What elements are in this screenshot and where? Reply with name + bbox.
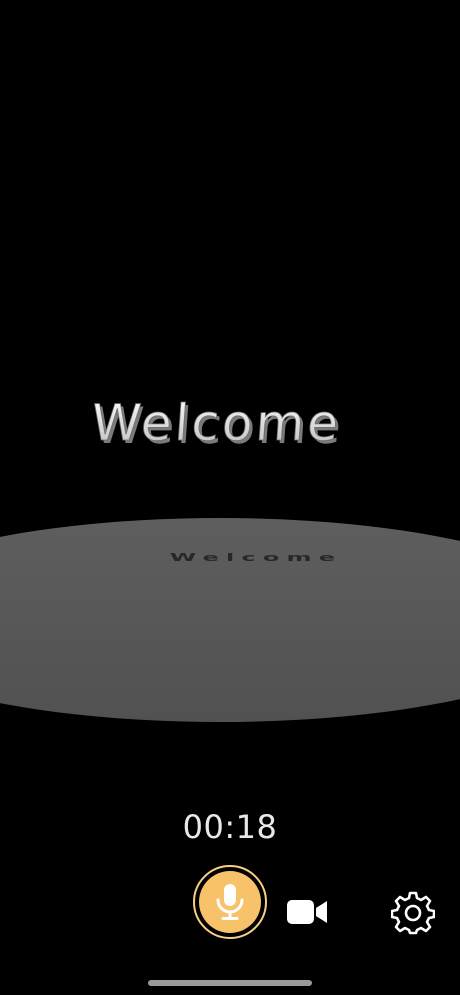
- settings-button[interactable]: [388, 888, 438, 938]
- gear-icon: [391, 891, 435, 935]
- home-indicator[interactable]: [148, 980, 312, 986]
- video-camera-icon: [287, 900, 327, 924]
- welcome-reflection-text: Welcome: [170, 552, 342, 564]
- microphone-button[interactable]: [193, 865, 267, 939]
- welcome-3d-text[interactable]: Welcome: [89, 394, 344, 453]
- ar-text-screen: Welcome Welcome Welcome 00:18: [0, 0, 460, 995]
- floor-platform: [0, 518, 460, 722]
- video-button[interactable]: [284, 893, 330, 931]
- microphone-icon: [216, 884, 244, 920]
- recording-timer: 00:18: [182, 808, 278, 846]
